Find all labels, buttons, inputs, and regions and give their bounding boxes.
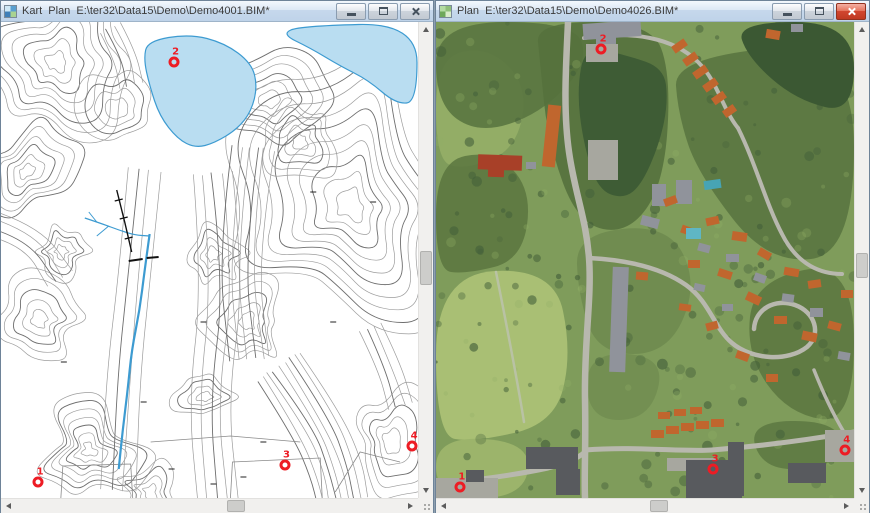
maximize-button[interactable] [368, 3, 398, 20]
map-marker-4[interactable]: 4 [839, 444, 850, 455]
minimize-icon [347, 13, 356, 16]
scroll-down-button[interactable] [419, 483, 433, 498]
scroll-up-icon [859, 27, 865, 32]
resize-grip[interactable] [854, 498, 869, 513]
vertical-scroll-thumb[interactable] [856, 253, 868, 278]
maximize-button[interactable] [804, 3, 834, 20]
scroll-down-icon [423, 488, 429, 493]
scroll-down-button[interactable] [855, 483, 869, 498]
map-marker-3[interactable]: 3 [708, 463, 719, 474]
map-marker-label: 2 [172, 47, 179, 57]
resize-grip[interactable] [418, 498, 433, 513]
aerial-map-viewport[interactable]: 1 2 3 4 [436, 22, 854, 498]
close-button[interactable] [400, 3, 430, 20]
horizontal-scrollbar[interactable] [1, 498, 418, 513]
vertical-scrollbar[interactable] [418, 22, 433, 498]
map-marker-4[interactable]: 4 [407, 440, 418, 451]
vertical-scroll-track[interactable] [419, 37, 433, 483]
horizontal-scroll-thumb[interactable] [650, 500, 668, 512]
window-title: Kart Plan E:\ter32\Data15\Demo\Demo4001.… [22, 5, 331, 17]
maximize-icon [379, 7, 388, 15]
window-menu-icon[interactable] [439, 5, 452, 18]
map-marker-label: 2 [600, 35, 607, 45]
horizontal-scroll-thumb[interactable] [227, 500, 245, 512]
scroll-right-icon [844, 503, 849, 509]
scroll-right-button[interactable] [839, 499, 854, 513]
titlebar-plan[interactable]: Plan E:\ter32\Data15\Demo\Demo4026.BIM* [436, 1, 869, 22]
maximize-icon [815, 7, 824, 15]
mdi-workspace: Kart Plan E:\ter32\Data15\Demo\Demo4001.… [0, 0, 870, 513]
resize-grip-icon [428, 504, 430, 506]
map-marker-2[interactable]: 2 [596, 44, 607, 55]
map-marker-1[interactable]: 1 [33, 476, 44, 487]
vertical-scroll-track[interactable] [855, 37, 869, 483]
scroll-left-icon [6, 503, 11, 509]
map-marker-label: 4 [843, 435, 850, 445]
window-controls [336, 3, 430, 20]
window-controls [772, 3, 866, 20]
window-body: 1 2 3 4 [1, 22, 433, 513]
minimize-button[interactable] [336, 3, 366, 20]
map-marker-label: 1 [37, 467, 44, 477]
horizontal-scroll-track[interactable] [16, 499, 403, 513]
marker-layer: 1 2 3 4 [1, 22, 418, 498]
minimize-icon [783, 13, 792, 16]
scroll-down-icon [859, 488, 865, 493]
map-marker-label: 3 [712, 454, 719, 464]
scroll-left-button[interactable] [1, 499, 16, 513]
map-marker-label: 1 [458, 473, 465, 483]
minimize-button[interactable] [772, 3, 802, 20]
scroll-right-button[interactable] [403, 499, 418, 513]
map-marker-label: 3 [283, 450, 290, 460]
window-plan: Plan E:\ter32\Data15\Demo\Demo4026.BIM* … [435, 0, 870, 513]
map-marker-label: 4 [411, 431, 418, 441]
scroll-left-icon [441, 503, 446, 509]
close-icon [410, 6, 421, 17]
scroll-up-button[interactable] [855, 22, 869, 37]
window-body: 1 2 3 4 [436, 22, 869, 513]
vertical-scroll-thumb[interactable] [420, 251, 432, 285]
scroll-left-button[interactable] [436, 499, 451, 513]
titlebar-kart[interactable]: Kart Plan E:\ter32\Data15\Demo\Demo4001.… [1, 1, 433, 22]
horizontal-scroll-track[interactable] [451, 499, 839, 513]
map-marker-3[interactable]: 3 [279, 459, 290, 470]
window-menu-icon[interactable] [4, 5, 17, 18]
close-icon [846, 6, 857, 17]
contour-map-viewport[interactable]: 1 2 3 4 [1, 22, 418, 498]
scroll-up-button[interactable] [419, 22, 433, 37]
window-kart: Kart Plan E:\ter32\Data15\Demo\Demo4001.… [0, 0, 434, 513]
window-title: Plan E:\ter32\Data15\Demo\Demo4026.BIM* [457, 5, 767, 17]
marker-layer: 1 2 3 4 [436, 22, 854, 498]
scroll-up-icon [423, 27, 429, 32]
map-marker-1[interactable]: 1 [454, 482, 465, 493]
close-button[interactable] [836, 3, 866, 20]
resize-grip-icon [864, 504, 866, 506]
horizontal-scrollbar[interactable] [436, 498, 854, 513]
map-marker-2[interactable]: 2 [168, 56, 179, 67]
vertical-scrollbar[interactable] [854, 22, 869, 498]
scroll-right-icon [408, 503, 413, 509]
